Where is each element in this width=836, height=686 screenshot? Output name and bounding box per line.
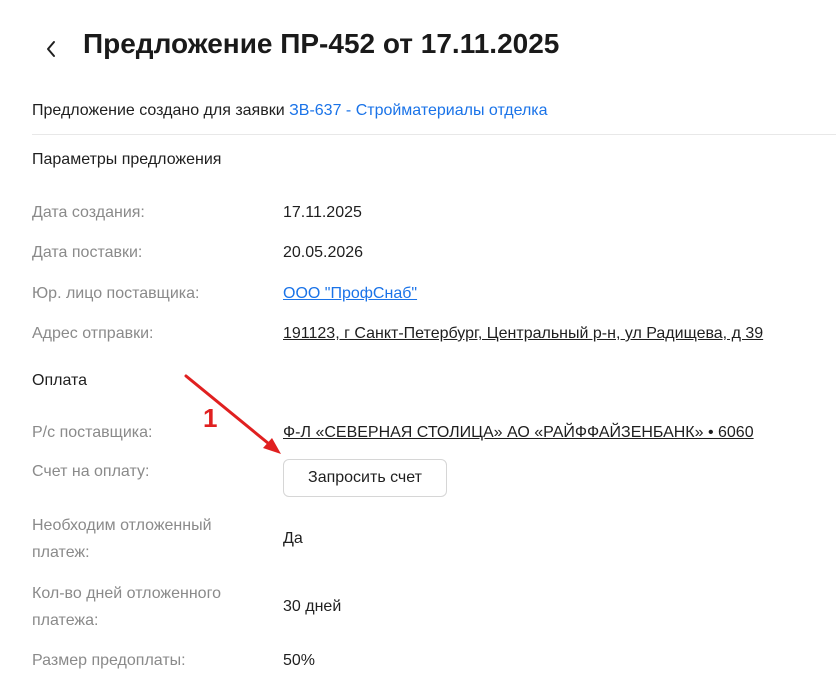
- section-title-payment: Оплата: [32, 372, 88, 389]
- section-title-params: Параметры предложения: [32, 151, 222, 168]
- deferred-days-value: 30 дней: [283, 598, 342, 615]
- prepayment-value: 50%: [283, 652, 316, 669]
- annotation-number: 1: [203, 403, 218, 433]
- shipping-address-label: Адрес отправки:: [32, 325, 154, 342]
- divider: [32, 134, 836, 135]
- supplier-account-link[interactable]: Ф-Л «СЕВЕРНАЯ СТОЛИЦА» АО «РАЙФФАЙЗЕНБАН…: [283, 424, 754, 442]
- deferred-payment-label-line1: Необходим отложенный: [32, 517, 212, 534]
- deferred-days-label-line2: платежа:: [32, 612, 99, 629]
- request-info: Предложение создано для заявки ЗВ-637 - …: [32, 102, 548, 120]
- supplier-account-label: Р/с поставщика:: [32, 424, 153, 441]
- delivery-date-value: 20.05.2026: [283, 244, 364, 261]
- deferred-payment-value: Да: [283, 530, 303, 547]
- prepayment-label: Размер предоплаты:: [32, 652, 186, 669]
- supplier-entity-label: Юр. лицо поставщика:: [32, 285, 200, 302]
- page-title: Предложение ПР-452 от 17.11.2025: [83, 28, 560, 59]
- back-button[interactable]: [40, 36, 62, 62]
- shipping-address-link[interactable]: 191123, г Санкт-Петербург, Центральный р…: [283, 325, 763, 343]
- creation-date-value: 17.11.2025: [283, 204, 362, 221]
- proposal-page: Предложение ПР-452 от 17.11.2025 Предлож…: [0, 0, 836, 686]
- request-invoice-button[interactable]: Запросить счет: [283, 459, 447, 497]
- deferred-payment-label-line2: платеж:: [32, 544, 90, 561]
- supplier-entity-link[interactable]: ООО "ПрофСнаб": [283, 285, 417, 303]
- invoice-label: Счет на оплату:: [32, 463, 150, 480]
- request-info-text: Предложение создано для заявки: [32, 102, 285, 119]
- deferred-days-label-line1: Кол-во дней отложенного: [32, 585, 221, 602]
- creation-date-label: Дата создания:: [32, 204, 145, 221]
- chevron-left-icon: [47, 41, 55, 57]
- request-link[interactable]: ЗВ-637 - Стройматериалы отделка: [289, 102, 547, 119]
- delivery-date-label: Дата поставки:: [32, 244, 143, 261]
